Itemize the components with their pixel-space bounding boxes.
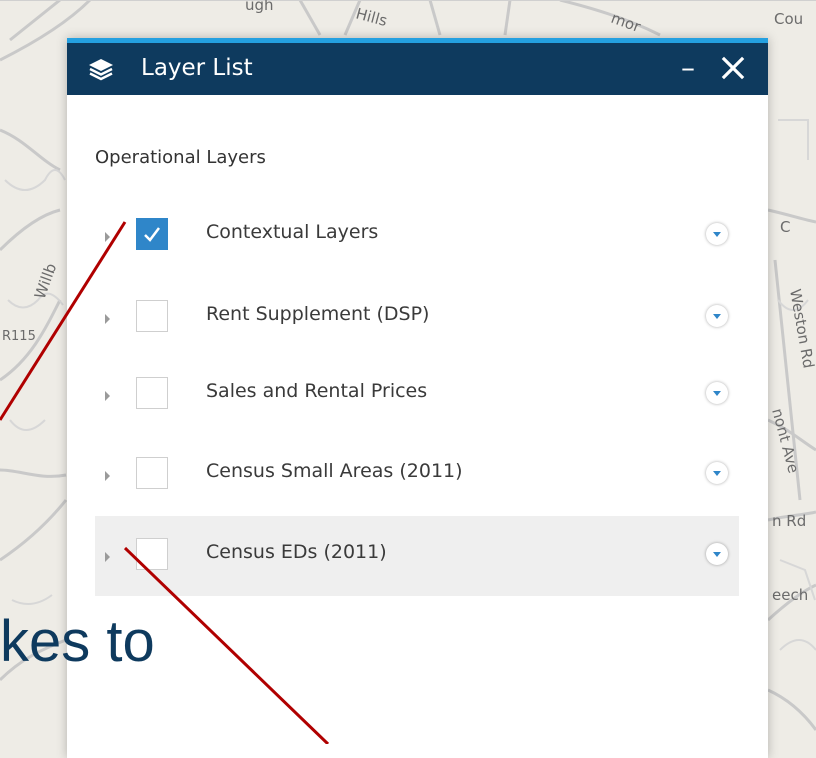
- layer-checkbox[interactable]: [136, 218, 168, 250]
- map-label: Cou: [774, 10, 803, 28]
- layer-label: Sales and Rental Prices: [206, 380, 428, 402]
- layer-checkbox[interactable]: [136, 377, 168, 409]
- map-label: ugh: [245, 0, 274, 14]
- layer-checkbox[interactable]: [136, 457, 168, 489]
- slide-caption: kes to: [0, 609, 155, 674]
- close-icon[interactable]: [717, 51, 749, 85]
- map-label: eech: [772, 586, 808, 604]
- layer-list-panel: Layer List – Operational Layers Contextu…: [67, 38, 768, 758]
- layer-options-chevron-icon[interactable]: [706, 305, 728, 327]
- layer-row-sales-rental-prices[interactable]: Sales and Rental Prices: [95, 355, 739, 435]
- expand-arrow-icon[interactable]: [105, 391, 110, 401]
- minimize-button[interactable]: –: [675, 53, 701, 83]
- map-label: C: [780, 218, 790, 236]
- map-label: R115: [2, 329, 36, 344]
- layer-row-census-eds[interactable]: Census EDs (2011): [95, 516, 739, 596]
- layer-label: Rent Supplement (DSP): [206, 303, 430, 325]
- layer-checkbox[interactable]: [136, 538, 168, 570]
- expand-arrow-icon[interactable]: [105, 552, 110, 562]
- panel-titlebar[interactable]: Layer List –: [67, 43, 768, 95]
- layer-label: Census Small Areas (2011): [206, 460, 463, 482]
- section-heading: Operational Layers: [95, 147, 266, 168]
- expand-arrow-icon[interactable]: [105, 232, 110, 242]
- layer-checkbox[interactable]: [136, 300, 168, 332]
- layer-row-rent-supplement[interactable]: Rent Supplement (DSP): [95, 278, 739, 358]
- expand-arrow-icon[interactable]: [105, 314, 110, 324]
- layer-options-chevron-icon[interactable]: [706, 543, 728, 565]
- layer-label: Census EDs (2011): [206, 541, 387, 563]
- expand-arrow-icon[interactable]: [105, 471, 110, 481]
- layer-options-chevron-icon[interactable]: [706, 223, 728, 245]
- map-label: n Rd: [772, 512, 806, 530]
- layer-row-contextual-layers[interactable]: Contextual Layers: [95, 196, 739, 276]
- checkmark-icon: [144, 227, 160, 242]
- layers-icon: [89, 59, 113, 81]
- layer-label: Contextual Layers: [206, 221, 379, 243]
- layer-options-chevron-icon[interactable]: [706, 382, 728, 404]
- layer-row-census-small-areas[interactable]: Census Small Areas (2011): [95, 435, 739, 515]
- panel-title: Layer List: [141, 55, 253, 81]
- layer-options-chevron-icon[interactable]: [706, 462, 728, 484]
